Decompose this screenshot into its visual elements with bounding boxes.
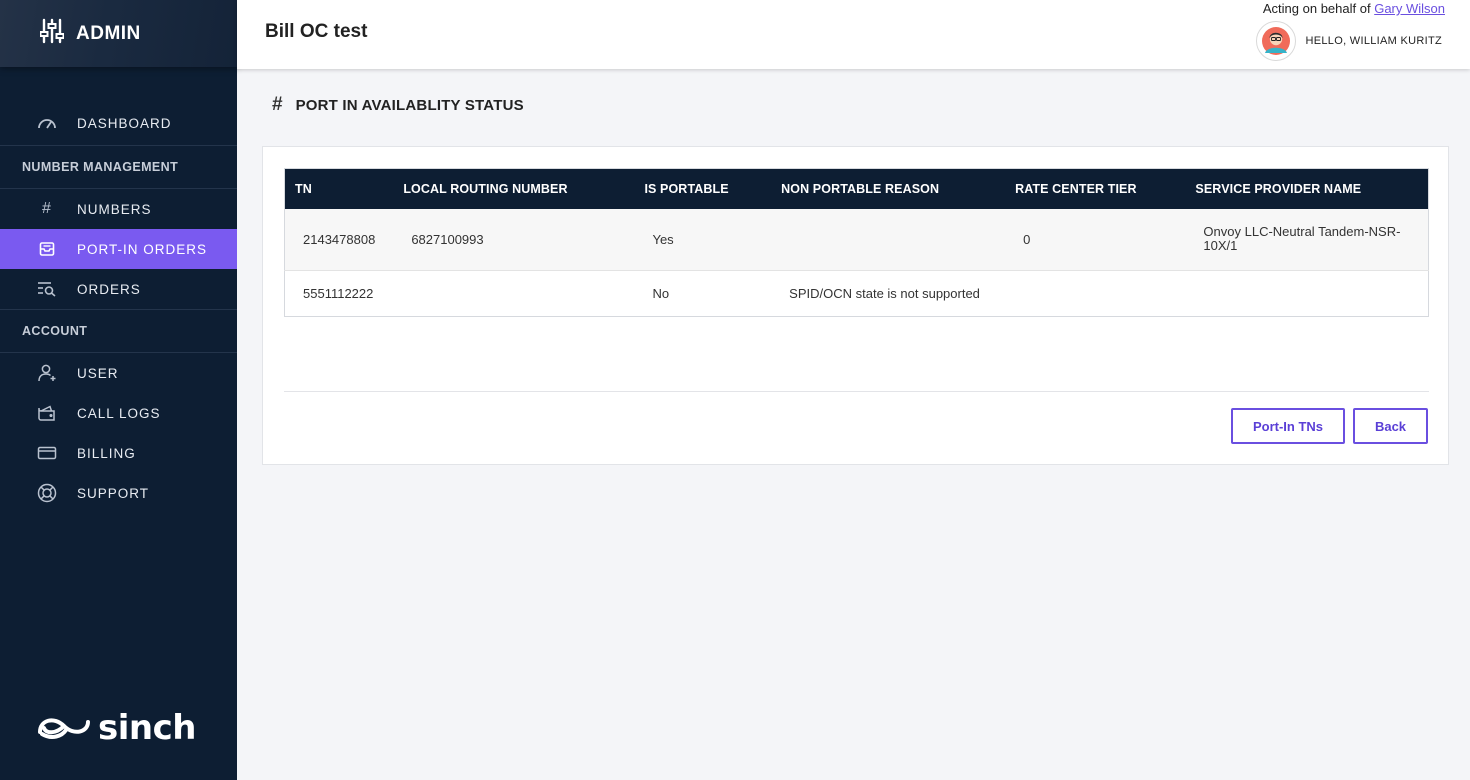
sidebar-item-port-in-orders[interactable]: PORT-IN ORDERS — [0, 229, 237, 269]
hash-icon: # — [42, 200, 52, 217]
sidebar-nav: DASHBOARD NUMBER MANAGEMENT # NUMBERS PO… — [0, 103, 237, 513]
cell-local-routing-number: 6827100993 — [393, 208, 635, 271]
sidebar-item-billing[interactable]: BILLING — [0, 433, 237, 473]
avatar[interactable] — [1255, 21, 1296, 61]
gauge-icon — [36, 112, 58, 134]
cell-rate-center-tier: 0 — [1005, 208, 1186, 271]
page-title: Bill OC test — [265, 21, 368, 42]
lifebuoy-icon — [36, 482, 58, 504]
section-number-management: NUMBER MANAGEMENT — [0, 145, 237, 189]
table-header-row: TN LOCAL ROUTING NUMBER IS PORTABLE NON … — [284, 168, 1429, 209]
sidebar-item-label: PORT-IN ORDERS — [77, 241, 208, 257]
sidebar-item-label: NUMBERS — [77, 201, 152, 217]
section-account: ACCOUNT — [0, 309, 237, 353]
sidebar-item-support[interactable]: SUPPORT — [0, 473, 237, 513]
sidebar-item-label: BILLING — [77, 445, 136, 461]
cell-tn: 5551112222 — [284, 270, 394, 317]
brand-header: ADMIN — [0, 0, 237, 67]
sidebar-item-label: USER — [77, 365, 119, 381]
sidebar-item-label: SUPPORT — [77, 485, 150, 501]
sidebar-item-orders[interactable]: ORDERS — [0, 269, 237, 309]
column-header-local-routing-number[interactable]: LOCAL ROUTING NUMBER — [393, 168, 635, 209]
cell-is-portable: No — [634, 270, 772, 317]
user-add-icon — [36, 362, 58, 384]
port-in-tns-button[interactable]: Port-In TNs — [1231, 408, 1345, 444]
user-menu[interactable]: HELLO, WILLIAM KURITZ — [1255, 21, 1443, 61]
sidebar-item-user[interactable]: USER — [0, 353, 237, 393]
sidebar-item-numbers[interactable]: # NUMBERS — [0, 189, 237, 229]
sinch-wave-icon — [36, 710, 92, 747]
table-row: 5551112222 No SPID/OCN state is not supp… — [284, 270, 1429, 317]
sidebar-item-label: CALL LOGS — [77, 405, 161, 421]
inbox-icon — [36, 238, 58, 260]
column-header-non-portable-reason[interactable]: NON PORTABLE REASON — [771, 168, 1006, 209]
column-header-is-portable[interactable]: IS PORTABLE — [634, 168, 772, 209]
sidebar-item-call-logs[interactable]: CALL LOGS — [0, 393, 237, 433]
brand-title: ADMIN — [76, 22, 141, 44]
table-row: 2143478808 6827100993 Yes 0 Onvoy LLC-Ne… — [284, 208, 1429, 271]
hash-icon: # — [272, 94, 283, 115]
cell-service-provider-name — [1185, 270, 1429, 317]
cell-local-routing-number — [393, 270, 635, 317]
sidebar: ADMIN DASHBOARD NUMBER MANAGEMENT # NUMB… — [0, 0, 237, 780]
sinch-logo: sinch — [36, 708, 196, 748]
cell-tn: 2143478808 — [284, 208, 394, 271]
sidebar-item-label: DASHBOARD — [77, 115, 172, 131]
cell-non-portable-reason: SPID/OCN state is not supported — [771, 270, 1006, 317]
availability-card: TN LOCAL ROUTING NUMBER IS PORTABLE NON … — [262, 146, 1449, 465]
column-header-tn[interactable]: TN — [284, 168, 394, 209]
back-button[interactable]: Back — [1353, 408, 1428, 444]
cell-rate-center-tier — [1005, 270, 1186, 317]
credit-card-icon — [36, 442, 58, 464]
section-title: PORT IN AVAILABLITY STATUS — [295, 96, 524, 114]
greeting: HELLO, WILLIAM KURITZ — [1305, 35, 1442, 47]
sidebar-item-dashboard[interactable]: DASHBOARD — [0, 103, 237, 143]
sidebar-item-label: ORDERS — [77, 281, 141, 297]
sliders-icon — [39, 18, 65, 49]
availability-table: TN LOCAL ROUTING NUMBER IS PORTABLE NON … — [284, 168, 1429, 317]
cell-service-provider-name: Onvoy LLC-Neutral Tandem-NSR-10X/1 — [1185, 208, 1429, 271]
column-header-rate-center-tier[interactable]: RATE CENTER TIER — [1005, 168, 1186, 209]
acting-prefix: Acting on behalf of — [1262, 1, 1371, 16]
column-header-service-provider-name[interactable]: SERVICE PROVIDER NAME — [1185, 168, 1429, 209]
top-header: Bill OC test Acting on behalf of Gary Wi… — [237, 0, 1470, 69]
acting-user-link[interactable]: Gary Wilson — [1374, 1, 1445, 16]
list-search-icon — [36, 278, 58, 300]
cell-is-portable: Yes — [634, 208, 772, 271]
acting-on-behalf: Acting on behalf of Gary Wilson — [1263, 1, 1445, 16]
section-heading: # PORT IN AVAILABLITY STATUS — [272, 94, 524, 116]
sinch-logo-text: sinch — [98, 708, 196, 748]
wallet-icon — [36, 402, 58, 424]
cell-non-portable-reason — [771, 208, 1006, 271]
card-divider — [284, 391, 1429, 392]
